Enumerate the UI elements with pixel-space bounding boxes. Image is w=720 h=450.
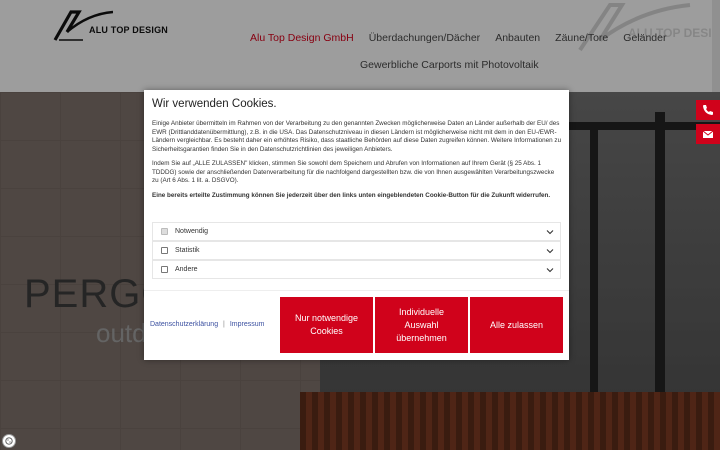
cookie-category-statistik[interactable]: Statistik: [152, 241, 561, 260]
checkbox-notwendig: [161, 228, 168, 235]
cookie-category-label: Notwendig: [175, 228, 209, 235]
cookie-paragraph: Einige Anbieter übermitteln im Rahmen vo…: [152, 120, 562, 153]
cookie-settings-button[interactable]: [2, 434, 16, 448]
modal-divider: [144, 290, 569, 291]
cookie-dialog-text: Einige Anbieter übermitteln im Rahmen vo…: [152, 120, 562, 206]
cookie-category-andere[interactable]: Andere: [152, 260, 561, 279]
cookie-footer-links: Datenschutzerklärung | Impressum: [150, 321, 264, 328]
only-necessary-button[interactable]: Nur notwendige Cookies: [280, 297, 373, 353]
chevron-down-icon[interactable]: [545, 227, 555, 237]
cookie-dialog-title: Wir verwenden Cookies.: [152, 98, 277, 110]
chevron-down-icon[interactable]: [545, 246, 555, 256]
checkbox-andere[interactable]: [161, 266, 168, 273]
link-separator: |: [223, 321, 225, 328]
cookie-icon: [5, 437, 13, 445]
imprint-link[interactable]: Impressum: [230, 321, 265, 328]
privacy-link[interactable]: Datenschutzerklärung: [150, 321, 218, 328]
individual-selection-button[interactable]: Individuelle Auswahl übernehmen: [375, 297, 468, 353]
chevron-down-icon[interactable]: [545, 265, 555, 275]
cookie-paragraph-bold: Eine bereits erteilte Zustimmung können …: [152, 191, 551, 199]
phone-button[interactable]: [696, 100, 720, 120]
mail-button[interactable]: [696, 124, 720, 144]
cookie-category-label: Statistik: [175, 247, 200, 254]
cookie-category-notwendig[interactable]: Notwendig: [152, 222, 561, 241]
accept-all-button[interactable]: Alle zulassen: [470, 297, 563, 353]
mail-icon: [702, 130, 714, 138]
cookie-category-label: Andere: [175, 266, 198, 273]
checkbox-statistik[interactable]: [161, 247, 168, 254]
cookie-dialog: Wir verwenden Cookies. Einige Anbieter ü…: [144, 90, 569, 360]
cookie-paragraph: Indem Sie auf „ALLE ZULASSEN" klicken, s…: [152, 160, 555, 184]
phone-icon: [703, 105, 713, 115]
